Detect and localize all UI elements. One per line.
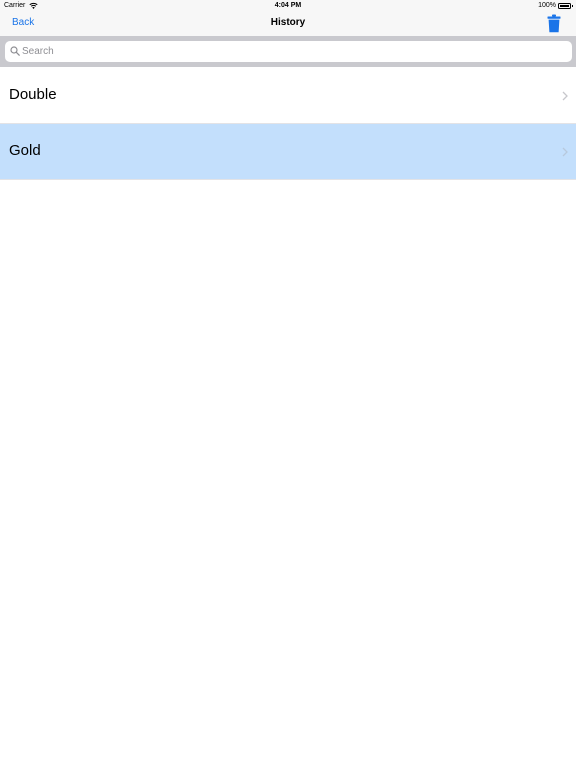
chevron-right-icon: [562, 91, 568, 101]
navigation-bar: Back History: [0, 12, 576, 36]
list-item-label: Double: [9, 86, 57, 103]
trash-icon[interactable]: [547, 14, 561, 33]
status-time: 4:04 PM: [274, 2, 302, 9]
search-input[interactable]: [22, 43, 562, 60]
battery-percent: 100%: [538, 2, 556, 9]
history-list: Double Gold: [0, 68, 576, 180]
status-bar: Carrier 4:04 PM 100%: [0, 0, 576, 12]
search-icon: [10, 46, 20, 56]
history-screen: Carrier 4:04 PM 100% Back History Do: [0, 0, 576, 768]
list-item-double[interactable]: Double: [0, 68, 576, 124]
page-title: History: [270, 17, 306, 28]
list-item-gold[interactable]: Gold: [0, 124, 576, 180]
battery-icon: [558, 3, 573, 9]
search-field[interactable]: [5, 41, 572, 62]
search-bar: [0, 36, 576, 67]
list-item-label: Gold: [9, 142, 41, 159]
chevron-right-icon: [562, 147, 568, 157]
